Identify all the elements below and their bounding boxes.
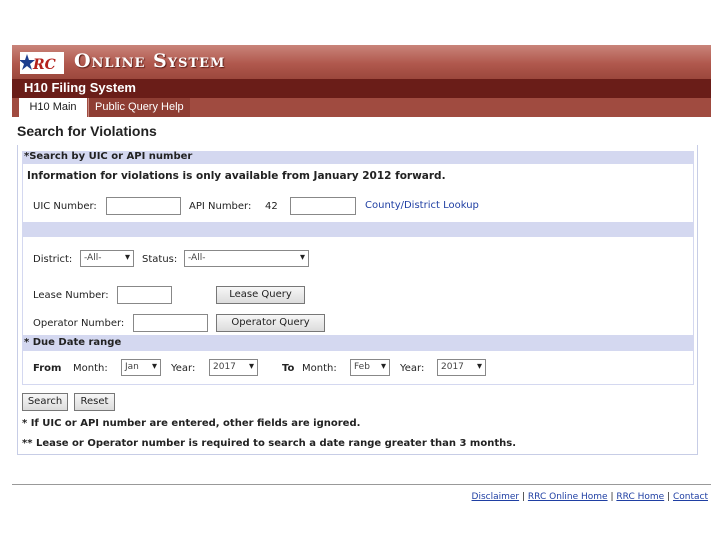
section-uic-api-header: *Search by UIC or API number: [22, 151, 694, 163]
note-date-range: ** Lease or Operator number is required …: [22, 438, 516, 449]
lease-number-label: Lease Number:: [33, 290, 109, 301]
chevron-down-icon: ▾: [380, 361, 386, 372]
from-year-value: 2017: [213, 362, 236, 372]
to-year-label: Year:: [400, 363, 425, 374]
section-due-date-panel: From Month: Jan ▾ Year: 2017 ▾ To Month:…: [22, 350, 694, 385]
rrc-logo-icon: RC: [20, 52, 64, 74]
footer-divider: [12, 484, 711, 485]
section-uic-api-heading: *Search by UIC or API number: [24, 151, 193, 162]
system-subtitle-bar: H10 Filing System: [12, 79, 711, 98]
tab-h10-main[interactable]: H10 Main: [19, 98, 87, 117]
system-subtitle: H10 Filing System: [24, 80, 136, 95]
from-month-label: Month:: [73, 363, 108, 374]
status-select-value: -All-: [188, 253, 206, 263]
from-year-label: Year:: [171, 363, 196, 374]
footer-separator: |: [521, 492, 526, 502]
to-month-label: Month:: [302, 363, 337, 374]
operator-query-button[interactable]: Operator Query: [216, 314, 325, 332]
district-label: District:: [33, 254, 73, 265]
tab-public-query-help[interactable]: Public Query Help: [88, 98, 190, 117]
section-due-date-header: * Due Date range: [22, 336, 694, 350]
rrc-banner: RC Online System: [12, 45, 711, 79]
api-prefix: 42: [265, 201, 278, 212]
to-month-select[interactable]: Feb ▾: [350, 359, 390, 376]
from-label: From: [33, 363, 62, 374]
banner-title: Online System: [74, 50, 226, 72]
to-month-value: Feb: [354, 362, 370, 372]
county-district-lookup-link[interactable]: County/District Lookup: [365, 200, 479, 211]
chevron-down-icon: ▾: [124, 252, 130, 263]
page-title: Search for Violations: [17, 123, 157, 139]
api-number-label: API Number:: [189, 201, 252, 212]
section-filters-header: [22, 223, 694, 236]
operator-number-label: Operator Number:: [33, 318, 125, 329]
lease-query-button[interactable]: Lease Query: [216, 286, 305, 304]
from-month-value: Jan: [125, 362, 139, 372]
status-label: Status:: [142, 254, 178, 265]
disclaimer-link[interactable]: Disclaimer: [472, 492, 520, 502]
footer-links: Disclaimer | RRC Online Home | RRC Home …: [472, 492, 708, 502]
rrc-home-link[interactable]: RRC Home: [616, 492, 664, 502]
status-select[interactable]: -All- ▾: [184, 250, 309, 267]
contact-link[interactable]: Contact: [673, 492, 708, 502]
lease-number-input[interactable]: [117, 286, 172, 304]
chevron-down-icon: ▾: [299, 252, 305, 263]
district-select[interactable]: -All- ▾: [80, 250, 134, 267]
footer-separator: |: [610, 492, 614, 502]
due-date-heading: * Due Date range: [24, 337, 122, 348]
uic-number-label: UIC Number:: [33, 201, 97, 212]
svg-text:RC: RC: [32, 57, 56, 73]
operator-number-input[interactable]: [133, 314, 208, 332]
section-filters-panel: District: -All- ▾ Status: -All- ▾ Lease …: [22, 236, 694, 336]
search-form: *Search by UIC or API number Information…: [17, 145, 698, 455]
from-month-select[interactable]: Jan ▾: [121, 359, 161, 376]
chevron-down-icon: ▾: [151, 361, 157, 372]
section-uic-api-panel: Information for violations is only avail…: [22, 163, 694, 223]
note-uic-api: * If UIC or API number are entered, othe…: [22, 418, 361, 429]
search-button[interactable]: Search: [22, 393, 68, 411]
to-year-select[interactable]: 2017 ▾: [437, 359, 486, 376]
info-message: Information for violations is only avail…: [27, 170, 446, 182]
to-label: To: [282, 363, 295, 374]
tab-bar: H10 Main Public Query Help: [12, 98, 711, 117]
from-year-select[interactable]: 2017 ▾: [209, 359, 258, 376]
api-number-input[interactable]: [290, 197, 356, 215]
district-select-value: -All-: [84, 253, 102, 263]
chevron-down-icon: ▾: [248, 361, 254, 372]
footer-separator: |: [667, 492, 671, 502]
to-year-value: 2017: [441, 362, 464, 372]
rrc-online-home-link[interactable]: RRC Online Home: [528, 492, 608, 502]
reset-button[interactable]: Reset: [74, 393, 115, 411]
uic-number-input[interactable]: [106, 197, 181, 215]
chevron-down-icon: ▾: [476, 361, 482, 372]
